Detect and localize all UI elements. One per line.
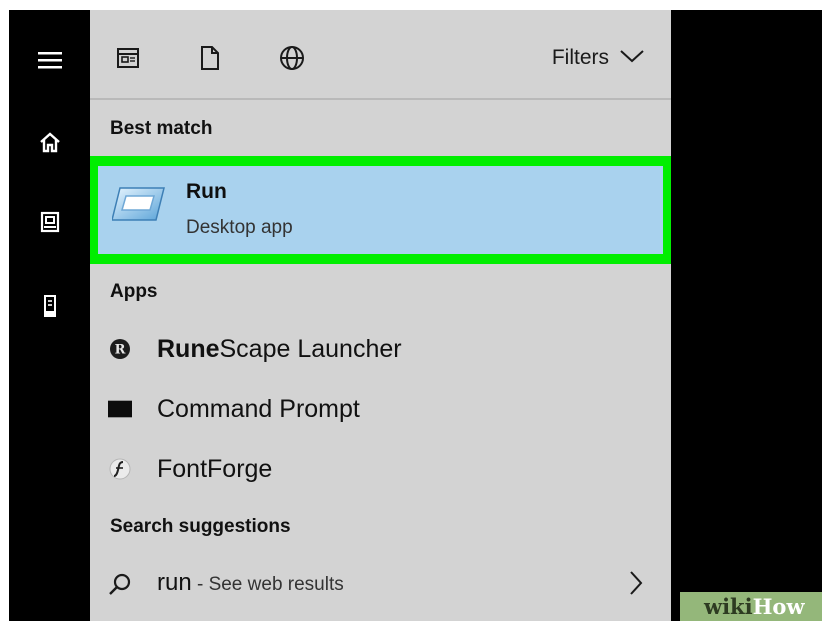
apps-heading: Apps (110, 281, 158, 302)
command-prompt-icon (108, 397, 132, 421)
search-toolbar: Filters (90, 10, 671, 98)
suggestion-hint: - See web results (191, 574, 344, 595)
search-icon (108, 572, 132, 596)
search-panel: Filters Best match Run Desktop app Apps … (90, 10, 671, 621)
run-subtitle: Desktop app (186, 217, 293, 238)
watermark-wiki: wiki (704, 594, 753, 619)
screen: Filters Best match Run Desktop app Apps … (9, 10, 822, 621)
result-highlight: Run Desktop app (98, 166, 663, 254)
app-name: Command Prompt (157, 395, 360, 423)
home-icon[interactable] (9, 122, 90, 162)
web-search-suggestion[interactable]: run - See web results (90, 558, 671, 610)
suggestion-query: run (157, 569, 192, 596)
app-fontforge[interactable]: FontForge (90, 443, 671, 495)
documents-icon[interactable] (9, 202, 90, 242)
app-runescape-launcher[interactable]: R RuneScape Launcher (90, 323, 671, 375)
svg-text:R: R (115, 343, 126, 358)
app-name: FontForge (157, 455, 273, 483)
globe-icon[interactable] (274, 40, 310, 76)
watermark-how: How (752, 594, 805, 619)
suggestion-text: run - See web results (157, 569, 344, 597)
wikihow-watermark: wikiHow (680, 592, 822, 621)
app-name: RuneScape Launcher (157, 335, 402, 363)
fontforge-icon (108, 457, 132, 481)
chevron-down-icon (619, 46, 645, 70)
runescape-icon: R (108, 337, 132, 361)
best-match-run-result[interactable]: Run Desktop app (90, 156, 671, 264)
hamburger-menu-icon[interactable] (9, 40, 90, 80)
run-icon (111, 184, 166, 229)
chevron-right-icon (629, 570, 643, 601)
document-icon[interactable] (192, 40, 228, 76)
app-command-prompt[interactable]: Command Prompt (90, 383, 671, 435)
run-title: Run (186, 180, 227, 203)
toolbar-divider (90, 98, 671, 100)
apps-icon[interactable] (110, 40, 146, 76)
left-rail (9, 10, 90, 621)
best-match-heading: Best match (110, 118, 213, 139)
filters-label: Filters (551, 46, 609, 69)
device-icon[interactable] (9, 286, 90, 326)
filters-dropdown[interactable]: Filters (552, 46, 645, 70)
search-suggestions-heading: Search suggestions (110, 516, 291, 537)
